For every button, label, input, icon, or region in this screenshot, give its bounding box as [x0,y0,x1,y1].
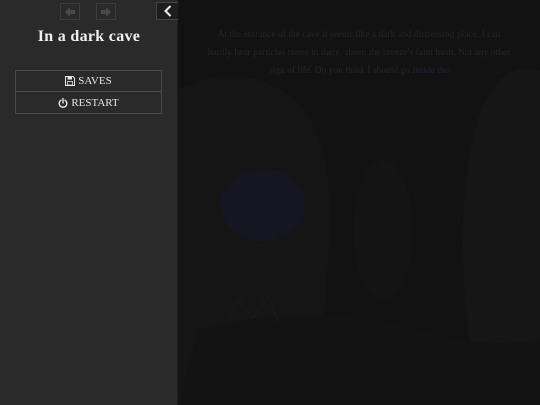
passage-text: At the entrance of the cave it seems lik… [206,26,512,80]
floppy-disk-icon [65,76,76,86]
restart-button[interactable]: RESTART [15,92,162,114]
power-icon [58,97,68,108]
passage-area: At the entrance of the cave it seems lik… [178,0,540,405]
ui-bar: In a dark cave SAVES RESTART [0,0,178,405]
arrow-left-icon [65,6,75,17]
ui-bar-toggle-button[interactable] [156,2,178,20]
passage-body: At the entrance of the cave it seems lik… [207,30,511,76]
history-back-button[interactable] [60,3,80,20]
chevron-left-icon [163,5,171,17]
arrow-right-icon [101,6,111,17]
history-forward-button[interactable] [96,3,116,20]
saves-button[interactable]: SAVES [15,70,162,92]
story-title: In a dark cave [37,28,141,45]
saves-label: SAVES [78,75,112,87]
passage-link[interactable]: inside the [412,66,449,76]
story-menu: SAVES RESTART [15,70,162,114]
restart-label: RESTART [71,96,119,109]
